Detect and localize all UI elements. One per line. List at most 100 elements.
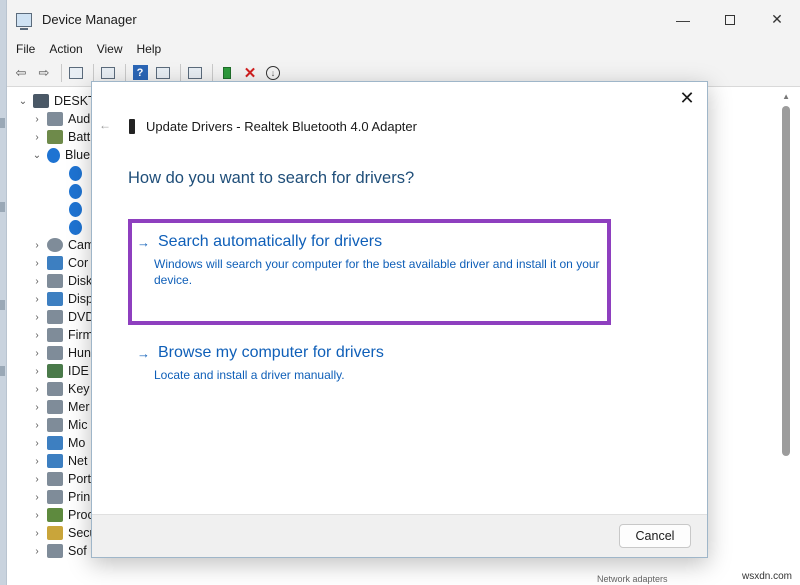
tree-item[interactable]: › Batt [7,128,90,146]
toolbar-separator [125,63,126,82]
update-driver-icon[interactable] [217,63,237,83]
tree-item[interactable]: › Sof [7,542,87,560]
expand-icon[interactable]: › [31,528,43,539]
uninstall-icon[interactable]: ✕ [240,63,260,83]
background-mark [0,300,5,310]
bluetooth-child[interactable] [61,182,87,200]
expand-icon[interactable]: ⌄ [31,150,43,161]
scrollbar[interactable] [782,88,790,568]
expand-icon[interactable]: › [31,402,43,413]
disable-icon[interactable]: ↓ [263,63,283,83]
expand-icon[interactable]: › [31,492,43,503]
bluetooth-child[interactable] [61,200,87,218]
maximize-button[interactable] [707,0,753,39]
tree-item[interactable]: › Secu [7,524,97,542]
bluetooth-icon [69,183,82,199]
tree-item[interactable]: › Disk [7,272,92,290]
tree-item[interactable]: › Aud [7,110,90,128]
forward-arrow-icon[interactable]: ⇨ [34,63,54,83]
keyboard-icon [47,382,63,396]
tree-item[interactable]: › Key [7,380,90,398]
menu-help[interactable]: Help [137,42,162,56]
option-title[interactable]: Search automatically for drivers [158,233,382,251]
tree-item[interactable]: › Firm [7,326,93,344]
disk-icon [47,274,63,288]
computer-icon [33,94,49,108]
background-mark [0,202,5,212]
expand-icon[interactable]: › [31,420,43,431]
background-mark [0,118,5,128]
expand-icon[interactable]: › [31,240,43,251]
tree-item[interactable]: › Net [7,452,87,470]
bluetooth-icon [69,219,82,235]
dvd-icon [47,310,63,324]
dialog-close-button[interactable]: ✕ [675,86,699,110]
search-automatically-option[interactable]: → Search automatically for drivers Windo… [137,233,604,288]
back-arrow-icon[interactable]: ← [99,118,111,132]
tree-item-bluetooth[interactable]: ⌄ Blue [7,146,90,164]
bluetooth-child[interactable] [61,218,87,236]
monitor-icon[interactable] [185,63,205,83]
tree-item[interactable]: › Prin [7,488,90,506]
toolbar-separator [93,63,94,82]
expand-icon[interactable]: › [31,114,43,125]
computer-icon[interactable] [98,63,118,83]
expand-icon[interactable]: › [31,348,43,359]
expand-icon[interactable]: › [31,258,43,269]
expand-icon[interactable]: › [31,384,43,395]
dialog-title: Update Drivers - Realtek Bluetooth 4.0 A… [146,119,417,134]
device-icon [129,119,135,134]
port-icon [47,472,63,486]
expand-icon[interactable]: › [31,456,43,467]
expand-icon[interactable]: ⌄ [17,96,29,107]
tree-item[interactable]: › DVD [7,308,94,326]
computer-icon [47,256,63,270]
close-icon: ✕ [771,11,783,27]
bluetooth-icon [69,165,82,181]
tree-item[interactable]: › Cor [7,254,88,272]
scan-icon[interactable] [153,63,173,83]
expand-icon[interactable]: › [31,474,43,485]
close-icon: ✕ [679,87,695,108]
tree-item[interactable]: › Mic [7,416,87,434]
close-window-button[interactable]: ✕ [754,0,800,39]
expand-icon[interactable]: › [31,438,43,449]
ide-icon [47,364,63,378]
option-title[interactable]: Browse my computer for drivers [158,344,384,362]
arrow-right-icon: → [137,234,150,250]
display-icon [47,292,63,306]
bluetooth-icon [47,147,60,163]
scrollbar-thumb[interactable] [782,106,790,456]
tree-item[interactable]: › Hun [7,344,91,362]
bluetooth-child[interactable] [61,164,87,182]
expand-icon[interactable]: › [31,276,43,287]
expand-icon[interactable]: › [31,330,43,341]
toolbar-separator [180,63,181,82]
menu-view[interactable]: View [97,42,123,56]
battery-icon [47,130,63,144]
menu-action[interactable]: Action [49,42,82,56]
minimize-button[interactable]: — [660,0,706,39]
tree-item[interactable]: › Proc [7,506,94,524]
menu-file[interactable]: File [16,42,35,56]
tree-item[interactable]: › Mer [7,398,90,416]
maximize-icon [725,14,735,25]
tree-item[interactable]: › Cam [7,236,94,254]
tree-item[interactable]: › Disp [7,290,93,308]
tree-item[interactable]: › Port [7,470,91,488]
tree-item[interactable]: › IDE [7,362,89,380]
expand-icon[interactable]: › [31,510,43,521]
cancel-button[interactable]: Cancel [619,524,691,548]
expand-icon[interactable]: › [31,366,43,377]
toolbar-separator [61,63,62,82]
window-title: Device Manager [42,12,137,27]
browse-computer-option[interactable]: → Browse my computer for drivers Locate … [137,344,604,383]
help-icon[interactable]: ? [130,63,150,83]
expand-icon[interactable]: › [31,312,43,323]
back-arrow-icon[interactable]: ⇦ [11,63,31,83]
tree-item[interactable]: › Mo [7,434,85,452]
properties-icon[interactable] [66,63,86,83]
expand-icon[interactable]: › [31,294,43,305]
expand-icon[interactable]: › [31,546,43,557]
expand-icon[interactable]: › [31,132,43,143]
